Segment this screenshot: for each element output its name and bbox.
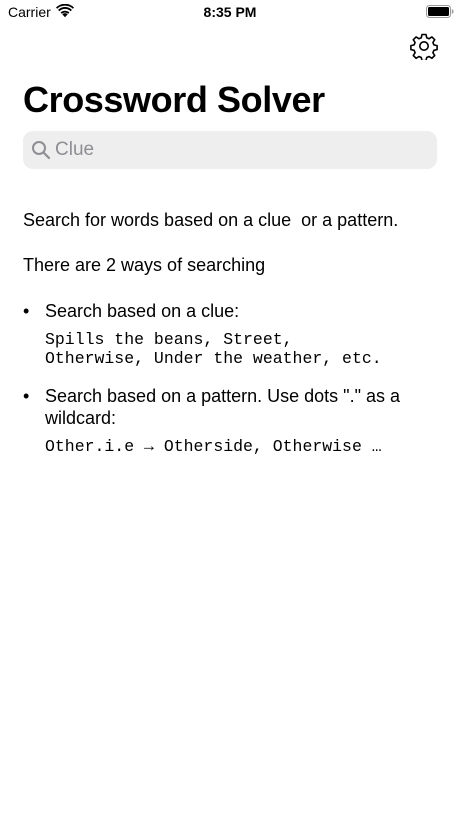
- settings-button[interactable]: [410, 32, 438, 62]
- list-item: • Search based on a clue: Spills the bea…: [23, 297, 437, 368]
- gear-icon: [410, 33, 438, 62]
- ways-text: There are 2 ways of searching: [23, 255, 266, 275]
- list-item: • Search based on a pattern. Use dots ".…: [23, 382, 437, 456]
- bullet-icon: •: [23, 386, 30, 406]
- clue-example: Spills the beans, Street, Otherwise, Und…: [45, 330, 382, 368]
- help-content: Search for words based on a clue or a pa…: [23, 206, 437, 456]
- page-title: Crossword Solver: [23, 79, 325, 120]
- bullet-icon: •: [23, 301, 30, 321]
- pattern-method-text: Search based on a pattern. Use dots "." …: [45, 386, 400, 428]
- intro-text: Search for words based on a clue or a pa…: [23, 210, 399, 230]
- clue-method-text: Search based on a clue:: [45, 301, 240, 321]
- search-methods-list: • Search based on a clue: Spills the bea…: [23, 297, 437, 456]
- search-input[interactable]: [55, 131, 425, 169]
- status-bar: Carrier 8:35 PM: [0, 0, 460, 26]
- pattern-example: Other.i.e → Otherside, Otherwise …: [45, 437, 382, 456]
- search-icon: [32, 141, 51, 160]
- battery-icon: [426, 5, 454, 18]
- search-field[interactable]: [23, 131, 437, 169]
- status-time: 8:35 PM: [203, 4, 257, 20]
